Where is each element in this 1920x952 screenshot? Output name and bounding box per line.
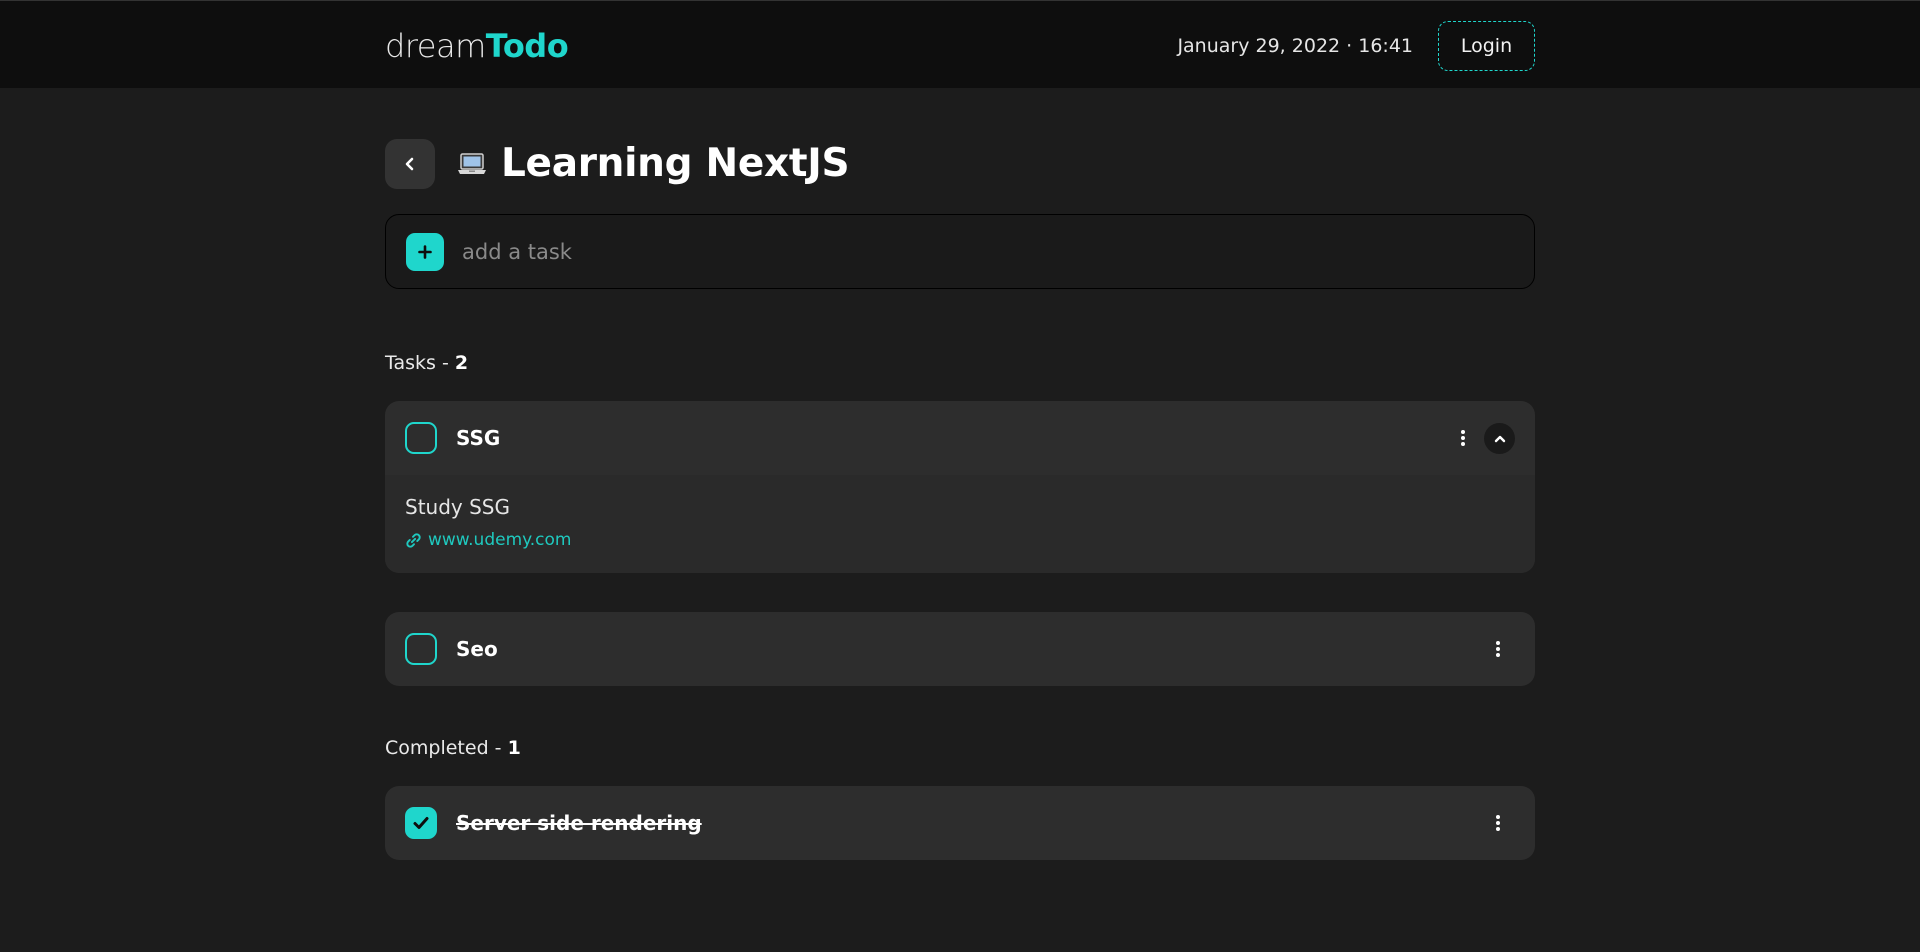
page-title: Learning NextJS xyxy=(501,141,850,186)
task-link[interactable]: www.udemy.com xyxy=(405,530,1515,550)
page-header: Learning NextJS xyxy=(385,139,850,189)
task-title: SSG xyxy=(456,426,501,450)
back-button[interactable] xyxy=(385,139,435,189)
task-menu-button[interactable] xyxy=(1488,808,1508,838)
completed-label-text: Completed - xyxy=(385,737,508,759)
tasks-label-text: Tasks - xyxy=(385,352,455,374)
checkmark-icon xyxy=(413,817,429,829)
tasks-count: 2 xyxy=(454,352,469,374)
tasks-section-label: Tasks - 2 xyxy=(385,352,468,374)
task-details: Study SSG www.udemy.com xyxy=(385,475,1535,573)
completed-task-card: Server side rendering xyxy=(385,786,1535,860)
more-vertical-icon xyxy=(1496,815,1500,831)
task-checkbox[interactable] xyxy=(405,633,437,665)
top-navbar: dreamTodo January 29, 2022 · 16:41 Login xyxy=(0,0,1920,88)
add-task-bar xyxy=(385,214,1535,289)
task-card-header[interactable]: Server side rendering xyxy=(385,786,1535,860)
task-menu-button[interactable] xyxy=(1453,423,1473,453)
task-link-text: www.udemy.com xyxy=(428,530,572,550)
task-checkbox[interactable] xyxy=(405,422,437,454)
task-card: SSG Study SSG www.udemy.com xyxy=(385,401,1535,573)
completed-count: 1 xyxy=(507,737,521,759)
brand-text-bold: Todo xyxy=(485,27,569,65)
chevron-up-icon xyxy=(1494,435,1505,442)
laptop-icon xyxy=(457,153,487,175)
brand-text-light: dream xyxy=(385,27,486,65)
plus-icon xyxy=(418,244,432,259)
collapse-button[interactable] xyxy=(1484,423,1515,454)
current-datetime: January 29, 2022 · 16:41 xyxy=(1177,35,1413,57)
more-vertical-icon xyxy=(1461,430,1465,446)
task-card-header[interactable]: Seo xyxy=(385,612,1535,686)
brand-logo[interactable]: dreamTodo xyxy=(385,26,569,66)
chevron-left-icon xyxy=(405,157,414,171)
login-button[interactable]: Login xyxy=(1438,21,1535,71)
task-description: Study SSG xyxy=(405,495,510,519)
add-task-button[interactable] xyxy=(406,232,444,271)
link-icon xyxy=(406,532,421,548)
completed-section-label: Completed - 1 xyxy=(385,737,521,759)
task-card-header[interactable]: SSG xyxy=(385,401,1535,475)
task-title: Seo xyxy=(456,637,498,661)
task-title: Server side rendering xyxy=(456,811,702,835)
add-task-input[interactable] xyxy=(462,239,1534,264)
task-menu-button[interactable] xyxy=(1488,634,1508,664)
task-card: Seo xyxy=(385,612,1535,686)
more-vertical-icon xyxy=(1496,641,1500,657)
task-checkbox-checked[interactable] xyxy=(405,807,437,839)
